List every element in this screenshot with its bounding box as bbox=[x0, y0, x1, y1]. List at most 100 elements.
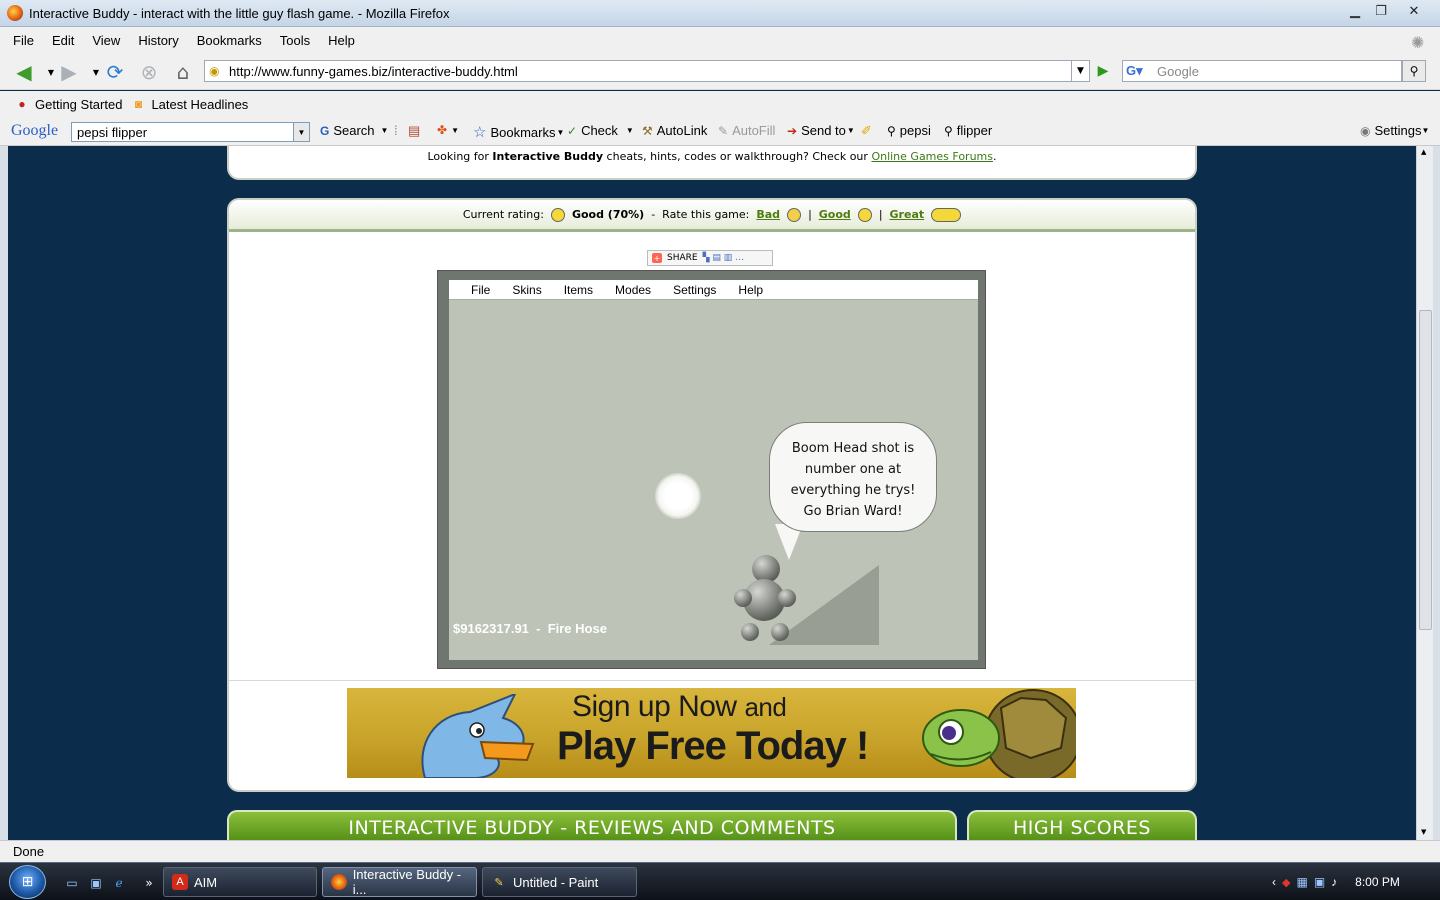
search-term-flipper[interactable]: ⚲ flipper bbox=[944, 123, 992, 138]
page-viewport: Looking for Interactive Buddy cheats, hi… bbox=[8, 146, 1416, 840]
firefox-bookmark-icon: ● bbox=[18, 96, 26, 111]
send-icon: ➔ bbox=[787, 123, 798, 138]
buddy-left-foot bbox=[741, 623, 759, 641]
banner-text: Sign up Now bbox=[572, 690, 737, 723]
query-dropdown[interactable]: ▼ bbox=[293, 123, 309, 141]
paint-icon: ✎ bbox=[494, 876, 504, 889]
taskbar-firefox[interactable]: Interactive Buddy - i... bbox=[322, 867, 477, 897]
go-arrow-icon[interactable]: ▶ bbox=[1092, 60, 1114, 82]
highlighter-icon[interactable]: ✐ bbox=[861, 123, 872, 139]
search-term-pepsi[interactable]: ⚲ pepsi bbox=[887, 123, 931, 138]
show-desktop-icon[interactable]: ▭ bbox=[64, 876, 80, 890]
scroll-down-arrow-icon[interactable]: ▼ bbox=[1421, 828, 1426, 836]
scrollbar-thumb[interactable] bbox=[1419, 310, 1432, 630]
game-canvas[interactable]: File Skins Items Modes Settings Help Boo… bbox=[449, 280, 978, 660]
settings-label: Settings bbox=[1374, 123, 1422, 138]
stop-icon[interactable]: ⊗ bbox=[136, 59, 162, 85]
thumbs-up-icon[interactable] bbox=[857, 207, 872, 222]
chevron-down-icon: ▼ bbox=[846, 126, 855, 135]
google-logo[interactable]: Google bbox=[11, 122, 58, 140]
sign-up-ad-banner[interactable]: Sign up Now and Play Free Today ! bbox=[347, 688, 1076, 778]
menu-history[interactable]: History bbox=[135, 31, 181, 50]
magnifier-icon[interactable]: ⚲ bbox=[1402, 60, 1426, 82]
share-button[interactable]: + SHARE ▚ ▤ ▥ … bbox=[647, 250, 773, 266]
bookmark-getting-started[interactable]: ● Getting Started bbox=[14, 97, 122, 113]
menu-bookmarks[interactable]: Bookmarks bbox=[194, 31, 265, 50]
switch-windows-icon[interactable]: ▣ bbox=[88, 876, 104, 890]
chevron-down-icon: ▼ bbox=[380, 126, 389, 135]
maximize-button[interactable]: ❐ bbox=[1368, 2, 1394, 20]
menu-file[interactable]: File bbox=[10, 31, 37, 50]
menu-tools[interactable]: Tools bbox=[277, 31, 313, 50]
send-to-button[interactable]: ➔ Send to ▼ bbox=[787, 123, 859, 138]
thumbs-down-icon[interactable] bbox=[787, 207, 802, 222]
settings-icon: ◉ bbox=[1360, 123, 1371, 138]
url-history-dropdown[interactable]: ▼ bbox=[1072, 60, 1090, 82]
autolink-button[interactable]: ⚒ AutoLink bbox=[642, 123, 707, 138]
reload-icon[interactable]: ⟳ bbox=[102, 59, 128, 85]
game-menu-settings[interactable]: Settings bbox=[673, 283, 716, 297]
term-label: pepsi bbox=[899, 123, 931, 138]
rate-good-link[interactable]: Good bbox=[819, 208, 851, 221]
aim-tray-icon[interactable]: ◆ bbox=[1282, 876, 1290, 889]
vertical-scrollbar[interactable]: ▲ ▼ bbox=[1416, 146, 1433, 840]
minimize-button[interactable]: ▁ bbox=[1342, 2, 1368, 20]
game-menu-modes[interactable]: Modes bbox=[615, 283, 651, 297]
menu-help[interactable]: Help bbox=[325, 31, 358, 50]
clock[interactable]: 8:00 PM bbox=[1355, 875, 1400, 889]
buddy-left-arm bbox=[734, 589, 752, 607]
menu-edit[interactable]: Edit bbox=[49, 31, 77, 50]
google-engine-icon[interactable]: G▾ bbox=[1126, 63, 1154, 79]
scroll-up-arrow-icon[interactable]: ▲ bbox=[1421, 148, 1426, 156]
turtle-creature-image bbox=[922, 689, 1076, 778]
url-bar[interactable]: ◉ http://www.funny-games.biz/interactive… bbox=[204, 60, 1072, 82]
rate-bad-link[interactable]: Bad bbox=[756, 208, 780, 221]
online-games-forums-link[interactable]: Online Games Forums bbox=[871, 150, 993, 163]
rss-feed-icon: ◙ bbox=[134, 96, 143, 111]
game-menu-skins[interactable]: Skins bbox=[512, 283, 541, 297]
news-icon[interactable]: ▤ bbox=[408, 123, 420, 139]
bird-creature-image bbox=[421, 694, 535, 778]
smiley-icon bbox=[550, 207, 565, 222]
google-settings-button[interactable]: ◉ Settings ▼ bbox=[1360, 123, 1433, 138]
game-menu-bar: File Skins Items Modes Settings Help bbox=[449, 280, 978, 300]
game-menu-items[interactable]: Items bbox=[564, 283, 593, 297]
volume-icon[interactable]: ♪ bbox=[1331, 875, 1337, 889]
taskbar-aim[interactable]: A AIM bbox=[163, 867, 317, 897]
autofill-button[interactable]: ✎ AutoFill bbox=[718, 123, 775, 138]
task-label: Untitled - Paint bbox=[513, 874, 599, 890]
spell-check-button[interactable]: ✓ Check ▼ bbox=[567, 123, 638, 138]
chevron-down-icon: ▼ bbox=[1421, 126, 1430, 135]
tray-app-icon[interactable]: ▦ bbox=[1296, 875, 1307, 889]
menu-view[interactable]: View bbox=[89, 31, 123, 50]
bookmark-latest-headlines[interactable]: ◙ Latest Headlines bbox=[130, 97, 248, 113]
game-menu-help[interactable]: Help bbox=[738, 283, 763, 297]
rate-great-link[interactable]: Great bbox=[890, 208, 925, 221]
speech-line: Boom Head shot is bbox=[791, 441, 915, 456]
internet-explorer-icon[interactable]: ℯ bbox=[111, 876, 127, 890]
google-toolbar-search-input[interactable]: pepsi flipper ▼ bbox=[71, 122, 310, 142]
search-engine-box[interactable]: G▾ Google bbox=[1122, 60, 1402, 82]
share-label: SHARE bbox=[667, 253, 698, 263]
find-icon: ⚲ bbox=[944, 123, 953, 138]
status-bar: Done bbox=[0, 840, 1440, 862]
back-arrow-icon[interactable]: ◀ bbox=[11, 59, 37, 85]
double-thumbs-up-icon[interactable] bbox=[931, 207, 962, 222]
current-rating-value: Good (70%) bbox=[571, 208, 645, 221]
home-icon[interactable]: ⌂ bbox=[170, 59, 196, 85]
close-button[interactable]: ✕ bbox=[1394, 2, 1434, 20]
network-icon[interactable]: ▣ bbox=[1314, 875, 1325, 889]
google-bookmarks-button[interactable]: ☆ Bookmarks ▼ bbox=[473, 123, 568, 141]
buttons-gallery-button[interactable]: ✤ ▼ bbox=[437, 123, 463, 137]
bookmark-label: Latest Headlines bbox=[151, 97, 249, 112]
start-button[interactable]: ⊞ bbox=[9, 865, 46, 899]
taskbar-paint[interactable]: ✎ Untitled - Paint bbox=[482, 867, 637, 897]
forward-arrow-icon[interactable]: ▶ bbox=[56, 59, 82, 85]
forum-text: Looking for bbox=[427, 150, 489, 163]
quick-launch-overflow-icon[interactable]: » bbox=[141, 876, 157, 890]
google-search-button[interactable]: G Search ▼ bbox=[320, 123, 392, 138]
glowing-ball[interactable] bbox=[655, 473, 701, 519]
tray-expand-icon[interactable]: ‹ bbox=[1272, 875, 1276, 889]
game-menu-file[interactable]: File bbox=[471, 283, 490, 297]
speech-line: Go Brian Ward! bbox=[803, 504, 903, 519]
